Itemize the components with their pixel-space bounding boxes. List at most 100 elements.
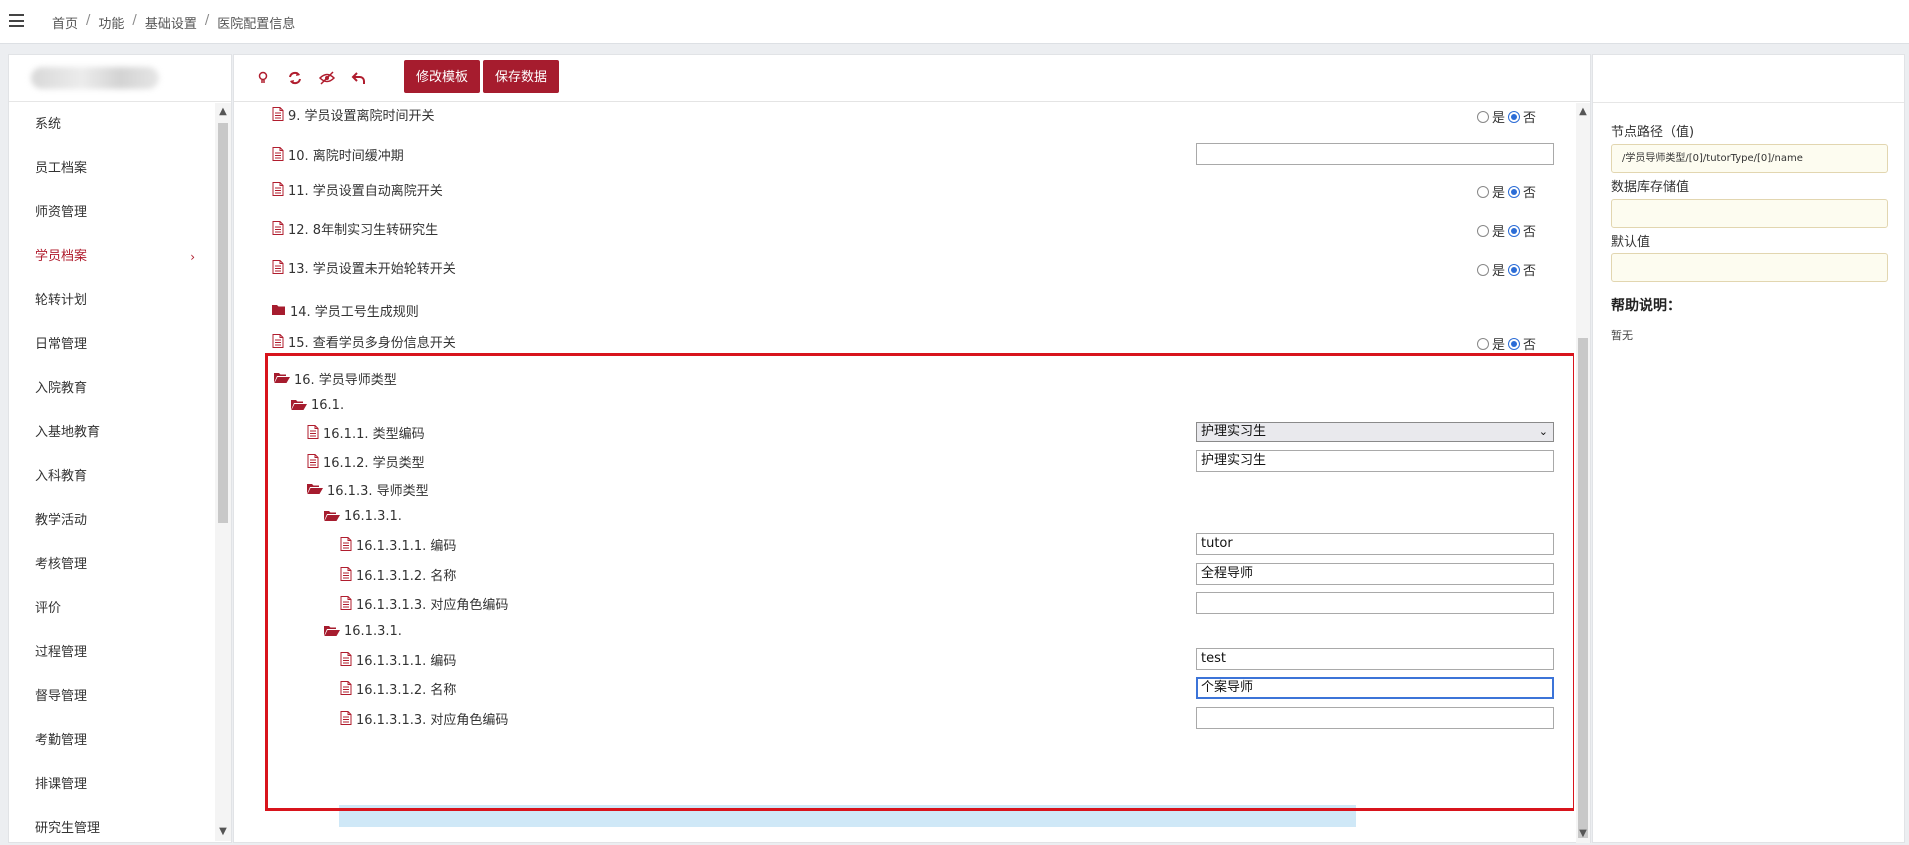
tree-node[interactable]: 16.1.1. 类型编码 (307, 421, 425, 443)
scroll-thumb[interactable] (218, 123, 228, 523)
breadcrumb-home[interactable]: 首页 (52, 13, 78, 32)
folder-open-icon (291, 399, 307, 411)
code-input[interactable]: test (1196, 648, 1554, 670)
scroll-thumb[interactable] (1578, 338, 1588, 838)
sidebar-item-label: 学员档案 (35, 249, 88, 264)
tree-node[interactable]: 16.1.3.1.2. 名称 (340, 563, 456, 585)
node-label: 16.1.3.1.2. 名称 (356, 682, 457, 698)
sidebar-item-label: 轮转计划 (35, 293, 88, 308)
sidebar-item-faculty[interactable]: 师资管理 (9, 191, 217, 235)
sidebar-item-supervision[interactable]: 督导管理 (9, 675, 217, 719)
lightbulb-icon[interactable] (254, 69, 272, 87)
node-path-field[interactable]: /学员导师类型/[0]/tutorType/[0]/name (1611, 144, 1888, 173)
scroll-down-icon[interactable]: ▼ (1576, 827, 1590, 841)
sidebar-item-label: 研究生管理 (35, 821, 101, 836)
sidebar-item-evaluation[interactable]: 评价 (9, 587, 217, 631)
sidebar-item-staff-archive[interactable]: 员工档案 (9, 147, 217, 191)
sidebar-item-attendance[interactable]: 考勤管理 (9, 719, 217, 763)
edit-template-button[interactable]: 修改模板 (404, 60, 481, 93)
select-value: 护理实习生 (1201, 424, 1267, 439)
radio-no[interactable] (1507, 263, 1520, 276)
sidebar-item-graduate[interactable]: 研究生管理 (9, 807, 217, 840)
scroll-up-icon[interactable]: ▲ (215, 105, 231, 119)
role-code-input[interactable] (1196, 592, 1554, 614)
sidebar-item-teaching[interactable]: 教学活动 (9, 499, 217, 543)
scroll-down-icon[interactable]: ▼ (215, 825, 231, 839)
type-code-select[interactable]: 护理实习生 ⌄ (1196, 422, 1554, 442)
sidebar-item-hospital-education[interactable]: 入院教育 (9, 367, 217, 411)
radio-no[interactable] (1507, 224, 1520, 237)
undo-icon[interactable] (350, 69, 368, 87)
file-icon (307, 425, 319, 439)
node-label: 14. 学员工号生成规则 (290, 304, 419, 320)
config-tree: 9. 学员设置离院时间开关 是 否 10. 离院时间缓冲期 11. 学员设置自动… (234, 103, 1574, 843)
sidebar-item-system[interactable]: 系统 (9, 103, 217, 147)
role-code-input[interactable] (1196, 707, 1554, 729)
node-label: 13. 学员设置未开始轮转开关 (288, 261, 456, 277)
sidebar-item-label: 考勤管理 (35, 733, 88, 748)
name-input-focused[interactable]: 个案导师 (1196, 677, 1554, 699)
tree-node[interactable]: 16. 学员导师类型 (274, 367, 397, 389)
db-value-field[interactable] (1611, 199, 1888, 228)
code-input[interactable]: tutor (1196, 533, 1554, 555)
tree-node[interactable]: 16.1.3.1.3. 对应角色编码 (340, 707, 508, 729)
tree-node[interactable]: 16.1.2. 学员类型 (307, 450, 425, 472)
sidebar-item-label: 过程管理 (35, 645, 88, 660)
tree-node[interactable]: 14. 学员工号生成规则 (272, 299, 419, 321)
breadcrumb: 首页 / 功能 / 基础设置 / 医院配置信息 (52, 13, 295, 32)
tree-node[interactable]: 16.1.3.1. (324, 505, 402, 527)
sidebar-item-student-archive[interactable]: 学员档案 › (9, 235, 217, 279)
tree-node[interactable]: 16.1.3.1.3. 对应角色编码 (340, 592, 508, 614)
eye-slash-icon[interactable] (318, 69, 336, 87)
sidebar-item-process[interactable]: 过程管理 (9, 631, 217, 675)
refresh-icon[interactable] (286, 69, 304, 87)
tree-node[interactable]: 12. 8年制实习生转研究生 (272, 217, 438, 239)
name-input[interactable]: 全程导师 (1196, 563, 1554, 585)
sidebar-scrollbar[interactable]: ▲ ▼ (215, 103, 231, 841)
node-label: 16.1.3.1.1. 编码 (356, 653, 457, 669)
radio-no[interactable] (1507, 110, 1520, 123)
node-label: 16.1.3.1. (344, 623, 402, 639)
main-scrollbar[interactable]: ▲ ▼ (1576, 103, 1590, 843)
tree-node[interactable]: 15. 查看学员多身份信息开关 (272, 330, 456, 352)
top-bar: 首页 / 功能 / 基础设置 / 医院配置信息 (0, 0, 1909, 44)
radio-yes[interactable] (1476, 224, 1489, 237)
sidebar-item-daily[interactable]: 日常管理 (9, 323, 217, 367)
text-input[interactable] (1196, 143, 1554, 165)
scroll-up-icon[interactable]: ▲ (1576, 105, 1590, 119)
menu-toggle-icon[interactable] (9, 14, 24, 27)
breadcrumb-separator: / (86, 13, 91, 28)
tree-node[interactable]: 16.1. (291, 394, 344, 416)
tree-node-selected[interactable]: 16.1.3.1.2. 名称 (340, 677, 456, 699)
sidebar-item-base-education[interactable]: 入基地教育 (9, 411, 217, 455)
radio-yes-label: 是 (1491, 111, 1505, 126)
student-type-input[interactable]: 护理实习生 (1196, 450, 1554, 472)
breadcrumb-basic-settings[interactable]: 基础设置 (145, 13, 197, 32)
node-label: 16.1.3.1.1. 编码 (356, 538, 457, 554)
radio-yes[interactable] (1476, 110, 1489, 123)
tree-node[interactable]: 16.1.3.1.1. 编码 (340, 648, 456, 670)
yes-no-toggle: 是 否 (1476, 182, 1536, 201)
save-data-button[interactable]: 保存数据 (483, 60, 560, 93)
radio-yes[interactable] (1476, 337, 1489, 350)
tree-node[interactable]: 10. 离院时间缓冲期 (272, 143, 404, 165)
tree-node[interactable]: 16.1.3.1. (324, 620, 402, 642)
tree-node[interactable]: 13. 学员设置未开始轮转开关 (272, 256, 456, 278)
radio-yes[interactable] (1476, 185, 1489, 198)
radio-no[interactable] (1507, 185, 1520, 198)
tree-node[interactable]: 16.1.3.1.1. 编码 (340, 533, 456, 555)
toolbar: 修改模板 保存数据 (234, 55, 1590, 102)
default-value-field[interactable] (1611, 253, 1888, 282)
sidebar-item-label: 入科教育 (35, 469, 88, 484)
tree-node[interactable]: 9. 学员设置离院时间开关 (272, 103, 435, 125)
sidebar-item-rotation-plan[interactable]: 轮转计划 (9, 279, 217, 323)
breadcrumb-function[interactable]: 功能 (98, 13, 124, 32)
tree-node[interactable]: 11. 学员设置自动离院开关 (272, 178, 443, 200)
radio-no[interactable] (1507, 337, 1520, 350)
sidebar-item-exam[interactable]: 考核管理 (9, 543, 217, 587)
node-label: 16.1. (311, 397, 345, 413)
sidebar-item-dept-education[interactable]: 入科教育 (9, 455, 217, 499)
sidebar-item-scheduling[interactable]: 排课管理 (9, 763, 217, 807)
radio-yes[interactable] (1476, 263, 1489, 276)
tree-node[interactable]: 16.1.3. 导师类型 (307, 478, 429, 500)
